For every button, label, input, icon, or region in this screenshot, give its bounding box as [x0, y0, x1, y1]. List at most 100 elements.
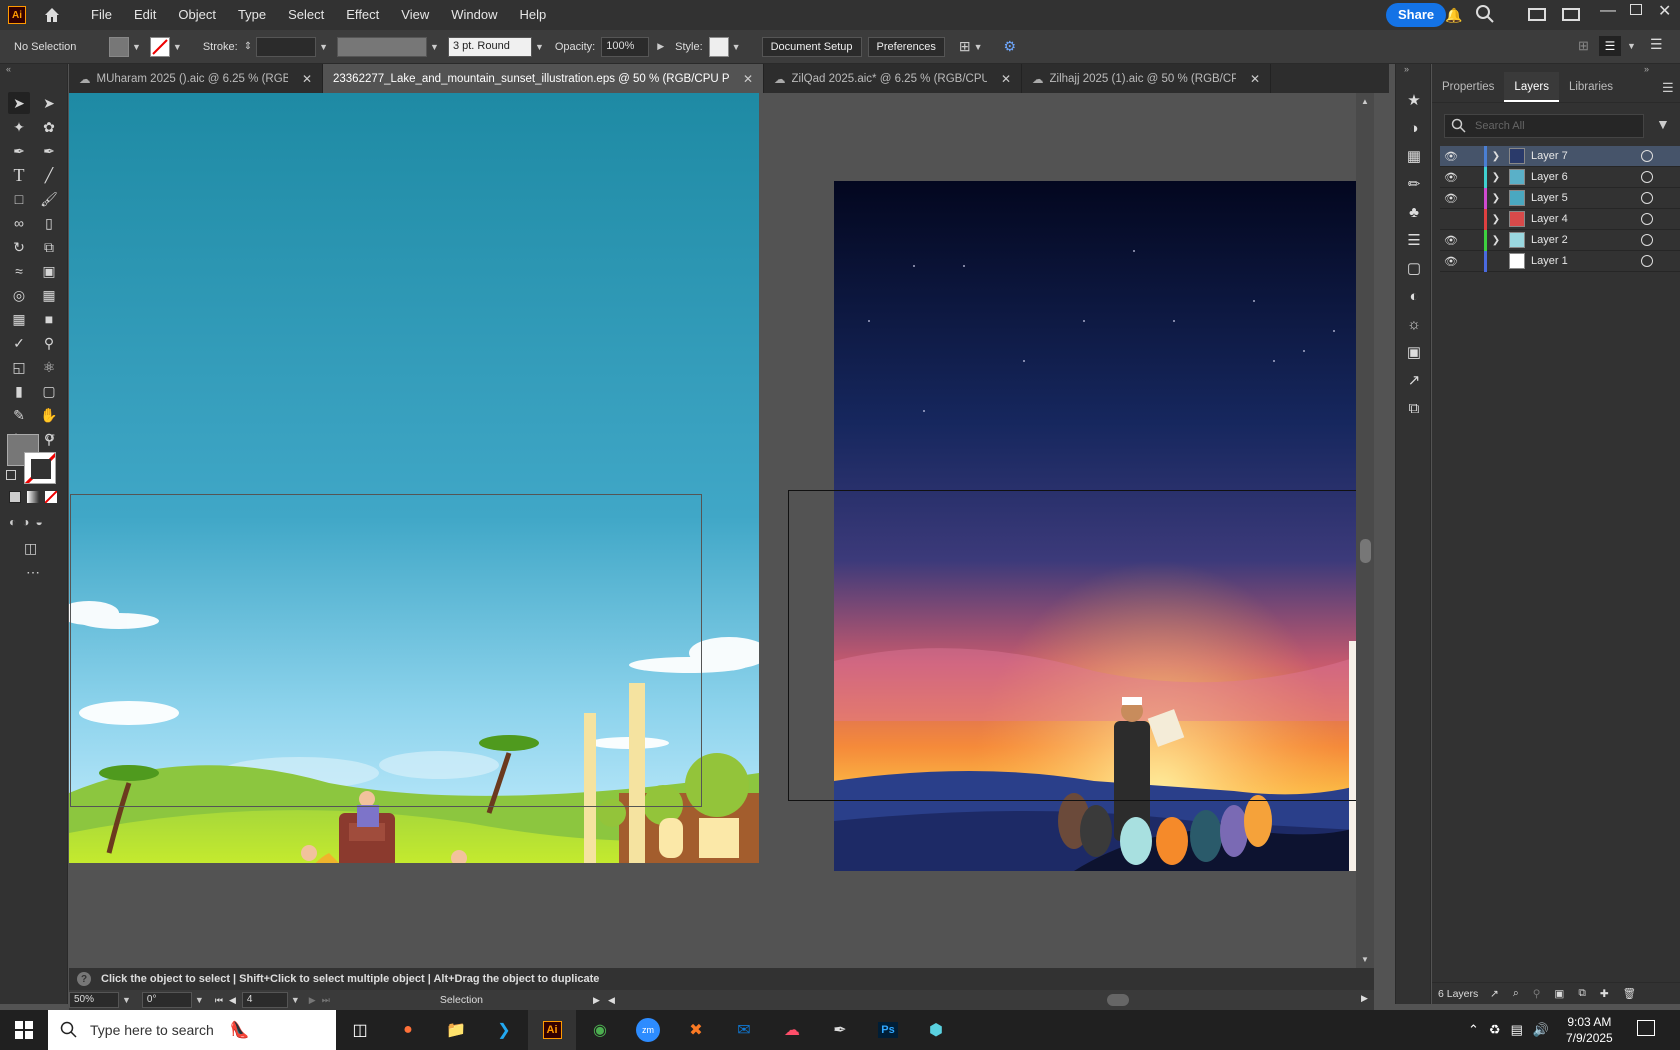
graphic-style-swatch[interactable] — [708, 36, 729, 57]
volume-icon[interactable]: 🔊 — [1533, 1022, 1549, 1038]
align-panel-icon[interactable]: ☰ — [1599, 36, 1621, 56]
menu-effect[interactable]: Effect — [335, 0, 390, 30]
chevron-down-icon[interactable]: ▼ — [132, 42, 141, 52]
direct-selection-tool-icon[interactable]: ➤ — [38, 92, 60, 114]
tab-zilqad[interactable]: ☁ ZilQad 2025.aic* @ 6.25 % (RGB/CPU Pr.… — [764, 64, 1022, 93]
chevron-up-icon[interactable]: ▲ — [1361, 97, 1369, 106]
lasso-icon[interactable]: ✿ — [38, 116, 60, 138]
symbols-icon[interactable]: ♣ — [1396, 198, 1432, 226]
collapse-icon[interactable]: » — [1404, 64, 1409, 74]
paintbrush-icon[interactable]: 🖌 — [38, 188, 60, 210]
chevron-right-icon[interactable]: ❯ — [1487, 172, 1505, 183]
zoom-level[interactable]: 50% — [69, 992, 119, 1008]
perspective-grid-icon[interactable]: ▦ — [38, 284, 60, 306]
chevron-right-icon[interactable]: ❯ — [1487, 214, 1505, 225]
last-artboard-icon[interactable]: ⏭ — [322, 995, 330, 1006]
document-setup-button[interactable]: Document Setup — [761, 36, 862, 57]
layer-name[interactable]: Layer 6 — [1531, 171, 1641, 183]
layer-row[interactable]: 👁 ❯ Layer 5 — [1440, 187, 1680, 209]
recolor-icon[interactable]: ⚙ — [1003, 38, 1016, 55]
eraser-icon[interactable]: ▯ — [38, 212, 60, 234]
swatches-icon[interactable]: ▦ — [1396, 142, 1432, 170]
color-mode-icon[interactable] — [9, 491, 21, 503]
target-icon[interactable] — [1641, 255, 1653, 267]
layer-name[interactable]: Layer 2 — [1531, 234, 1641, 246]
selection-tool-icon[interactable]: ➤ — [8, 92, 30, 114]
layer-name[interactable]: Layer 5 — [1531, 192, 1641, 204]
layers-search[interactable]: Search All — [1444, 114, 1644, 138]
search-icon[interactable] — [1475, 4, 1495, 27]
stroke-label[interactable]: Stroke: — [203, 41, 238, 53]
menu-window[interactable]: Window — [440, 0, 508, 30]
shaper-tool-icon[interactable]: ∞ — [8, 212, 30, 234]
gradient-tool-icon[interactable]: ■ — [38, 308, 60, 330]
chevron-down-icon[interactable]: ▼ — [535, 42, 544, 52]
transparency-icon[interactable]: ◐ — [1396, 282, 1432, 310]
home-icon[interactable] — [42, 5, 62, 25]
chevron-down-icon[interactable]: ▼ — [1627, 41, 1636, 51]
hand-tool-icon[interactable]: ✋ — [38, 404, 60, 426]
tab-layers[interactable]: Layers — [1504, 72, 1559, 102]
stroke-swatch[interactable] — [149, 36, 170, 57]
tab-properties[interactable]: Properties — [1432, 72, 1504, 102]
prev-artboard-icon[interactable]: ◀ — [229, 995, 236, 1006]
next-artboard-icon[interactable]: ▶ — [309, 995, 316, 1006]
creative-cloud-icon[interactable]: ☁ — [768, 1010, 816, 1050]
layer-row[interactable]: 👁 Layer 1 — [1440, 250, 1680, 272]
blend-tool-icon[interactable]: ◱ — [8, 356, 30, 378]
target-icon[interactable] — [1641, 150, 1653, 162]
close-icon[interactable]: ✕ — [743, 72, 753, 86]
chevron-right-icon[interactable]: ❯ — [1487, 151, 1505, 162]
illustrator-taskbar-icon[interactable]: Ai — [528, 1010, 576, 1050]
new-layer-icon[interactable]: ✚ — [1600, 988, 1609, 1000]
draw-behind-icon[interactable]: ◑ — [22, 515, 29, 529]
arrange-documents-icon[interactable] — [1528, 8, 1546, 21]
chevron-down-icon[interactable]: ▼ — [173, 42, 182, 52]
target-icon[interactable] — [1641, 192, 1653, 204]
target-icon[interactable] — [1641, 234, 1653, 246]
taskbar-search[interactable]: Type here to search 👠 — [48, 1010, 336, 1050]
close-icon[interactable]: ✕ — [1001, 72, 1011, 86]
outlook-icon[interactable]: ✉ — [720, 1010, 768, 1050]
edit-toolbar-icon[interactable]: ⋯ — [26, 564, 40, 581]
menu-edit[interactable]: Edit — [123, 0, 167, 30]
share-button[interactable]: Share — [1386, 3, 1447, 27]
color-guide-icon[interactable]: ★ — [1396, 86, 1432, 114]
clock[interactable]: 9:03 AM 7/9/2025 — [1566, 1014, 1613, 1046]
stroke-weight-input[interactable] — [256, 36, 317, 57]
preferences-button[interactable]: Preferences — [867, 36, 945, 57]
scroll-thumb[interactable] — [1360, 539, 1371, 563]
chevron-right-icon[interactable]: ❯ — [1487, 193, 1505, 204]
chevron-down-icon[interactable]: ▼ — [1361, 955, 1369, 964]
curvature-tool-icon[interactable]: ✒ — [38, 140, 60, 162]
panel-menu-icon[interactable]: ☰ — [1662, 80, 1674, 96]
menu-file[interactable]: File — [80, 0, 123, 30]
layer-name[interactable]: Layer 1 — [1531, 255, 1641, 267]
shape-builder-icon[interactable]: ◎ — [8, 284, 30, 306]
chevron-up-icon[interactable]: ⌃ — [1468, 1022, 1479, 1038]
gradient-mode-icon[interactable] — [27, 491, 39, 503]
zoom-icon[interactable]: zm — [624, 1010, 672, 1050]
symbol-sprayer-icon[interactable]: ⚛ — [38, 356, 60, 378]
search-icon[interactable]: ⚲ — [1533, 988, 1541, 1000]
chevron-down-icon[interactable]: ▼ — [122, 995, 131, 1005]
column-graph-icon[interactable]: ▮ — [8, 380, 30, 402]
type-tool-icon[interactable]: T — [8, 164, 30, 186]
brushes-icon[interactable]: ✏ — [1396, 170, 1432, 198]
chevron-down-icon[interactable]: ▼ — [974, 42, 983, 52]
eyedropper-icon[interactable]: ✓ — [8, 332, 30, 354]
chevron-right-icon[interactable]: ▶ — [657, 41, 664, 52]
draw-inside-icon[interactable]: ◒ — [36, 515, 43, 529]
file-explorer-icon[interactable]: 📁 — [432, 1010, 480, 1050]
fill-swatch[interactable] — [109, 36, 129, 57]
chevron-down-icon[interactable]: ▼ — [291, 995, 300, 1005]
collapse-icon[interactable]: « — [6, 64, 11, 74]
export-icon[interactable]: ↗ — [1396, 366, 1432, 394]
none-mode-icon[interactable] — [45, 491, 57, 503]
chrome-icon[interactable]: ◉ — [576, 1010, 624, 1050]
eye-icon[interactable]: 👁 — [1440, 150, 1462, 163]
panel-toggle-icon[interactable]: ⊞ — [1578, 38, 1589, 54]
firefox-icon[interactable]: ● — [384, 1010, 432, 1050]
artboards-panel-icon[interactable]: ⧉ — [1396, 394, 1432, 422]
appearance-icon[interactable]: ☼ — [1396, 310, 1432, 338]
